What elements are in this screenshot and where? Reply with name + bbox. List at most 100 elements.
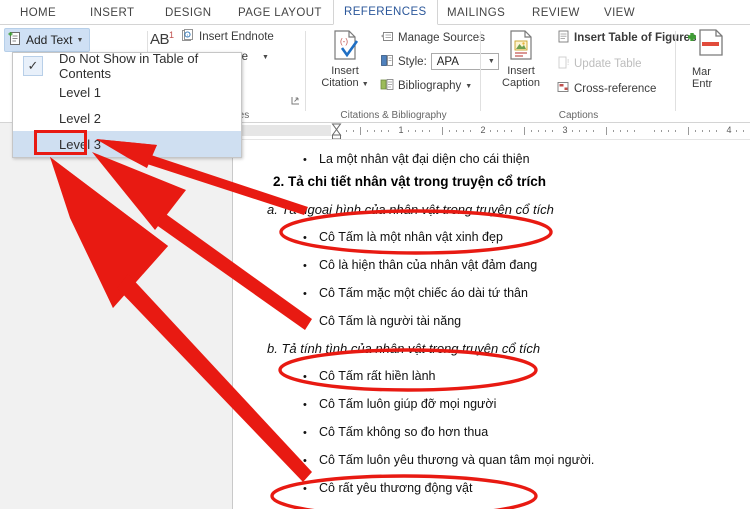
menu-item-do-not-show[interactable]: ✓ Do Not Show in Table of Contents [13, 53, 241, 79]
chevron-down-icon[interactable]: ▼ [362, 81, 369, 88]
list-item-text: Cô Tấm không so đo hơn thua [319, 425, 488, 439]
footnotes-dialog-launcher[interactable] [291, 96, 300, 107]
document-heading-2[interactable]: 2. Tả chi tiết nhân vật trong truyện cổ … [273, 174, 546, 189]
tab-review[interactable]: REVIEW [522, 0, 590, 25]
list-item[interactable]: • Cô Tấm mặc một chiếc áo dài tứ thân [303, 286, 528, 300]
indent-marker[interactable] [331, 123, 340, 140]
bullet-icon: • [303, 154, 319, 166]
insert-citation-button[interactable]: (-) Insert Citation ▼ [314, 29, 376, 89]
table-of-figures-icon [557, 30, 570, 46]
ribbon-group-index: Mar Entr [676, 25, 750, 123]
check-icon: ✓ [23, 56, 43, 76]
horizontal-ruler[interactable]: 1 2 3 4 [232, 123, 750, 140]
list-item[interactable]: • Cô là hiện thân của nhân vật đảm đang [303, 258, 537, 272]
word-window: HOME INSERT DESIGN PAGE LAYOUT REFERENCE… [0, 0, 750, 509]
document-page[interactable]: • La một nhân vật đại diện cho cái thiện… [232, 140, 750, 509]
bullet-icon: • [303, 371, 319, 383]
insert-citation-icon: (-) [331, 29, 359, 64]
manage-sources-label: Manage Sources [398, 32, 485, 44]
bullet-icon: • [303, 399, 319, 411]
bibliography-icon [380, 78, 394, 94]
list-item-text: Cô Tấm luôn giúp đỡ mọi người [319, 397, 496, 411]
footnote-ab-icon: AB1 [150, 29, 174, 46]
list-item[interactable]: • Cô Tấm luôn yêu thương và quan tâm mọi… [303, 453, 594, 467]
manage-sources-icon [380, 30, 394, 46]
insert-endnote-label: Insert Endnote [199, 31, 274, 43]
menu-item-level-1[interactable]: Level 1 [13, 79, 241, 105]
list-item-text: Cô rất yêu thương động vật [319, 481, 472, 495]
insert-caption-label-2: Caption [502, 77, 540, 89]
list-item-text: Cô là hiện thân của nhân vật đảm đang [319, 258, 537, 272]
insert-footnote-button[interactable]: AB1 [150, 29, 174, 46]
ruler-number-2: 2 [480, 125, 485, 135]
chevron-down-icon[interactable]: ▼ [262, 54, 269, 61]
style-icon [380, 54, 394, 70]
list-item-text: Cô Tấm luôn yêu thương và quan tâm mọi n… [319, 453, 594, 467]
annotation-rectangle-level-3 [34, 130, 87, 155]
chevron-down-icon[interactable]: ▼ [76, 37, 83, 44]
tab-page-layout[interactable]: PAGE LAYOUT [228, 0, 332, 25]
tab-design[interactable]: DESIGN [155, 0, 222, 25]
bibliography-button[interactable]: Bibliography ▼ [380, 78, 472, 94]
svg-text:(-): (-) [340, 37, 348, 46]
insert-endnote-icon: i [182, 29, 195, 45]
document-subheading-b[interactable]: b. Tả tính tình của nhân vật trong truyệ… [267, 341, 540, 356]
mark-entry-label-1: Mar [686, 66, 711, 78]
add-text-icon [8, 31, 22, 49]
tab-mailings[interactable]: MAILINGS [437, 0, 515, 25]
insert-caption-icon [507, 29, 535, 64]
menu-item-label: Level 1 [59, 85, 101, 100]
manage-sources-button[interactable]: Manage Sources [380, 30, 485, 46]
list-item-text: Cô Tấm mặc một chiếc áo dài tứ thân [319, 286, 528, 300]
chevron-down-icon[interactable]: ▼ [465, 83, 472, 90]
mark-entry-button[interactable]: Mar Entr [686, 29, 750, 90]
ruler-ticks: 1 2 3 4 [232, 123, 750, 140]
left-grey-area [0, 123, 232, 509]
list-item[interactable]: • Cô Tấm là người tài năng [303, 314, 461, 328]
bullet-icon: • [303, 288, 319, 300]
list-item-text: La một nhân vật đại diện cho cái thiện [319, 152, 530, 166]
insert-caption-button[interactable]: Insert Caption [491, 29, 551, 89]
ribbon-group-captions: Insert Caption Insert Table of Figures [481, 25, 676, 123]
update-table-button: ! Update Table [557, 56, 642, 72]
citation-style-value: APA [437, 56, 459, 68]
style-label: Style: [398, 56, 427, 68]
add-text-label: Add Text [26, 33, 72, 47]
svg-text:i: i [187, 32, 188, 37]
tab-home[interactable]: HOME [10, 0, 66, 25]
list-item[interactable]: • La một nhân vật đại diện cho cái thiện [303, 152, 530, 166]
insert-citation-label-1: Insert [331, 65, 359, 77]
tab-insert[interactable]: INSERT [80, 0, 144, 25]
ruler-number-3: 3 [562, 125, 567, 135]
list-item-text: Cô Tấm là một nhân vật xinh đẹp [319, 230, 503, 244]
list-item[interactable]: • Cô Tấm không so đo hơn thua [303, 425, 488, 439]
list-item[interactable]: • Cô Tấm luôn giúp đỡ mọi người [303, 397, 496, 411]
ruler-number-1: 1 [398, 125, 403, 135]
menu-item-label: Do Not Show in Table of Contents [59, 51, 241, 81]
cross-reference-button[interactable]: Cross-reference [557, 81, 656, 97]
ruler-number-4: 4 [726, 125, 731, 135]
document-body[interactable]: • La một nhân vật đại diện cho cái thiện… [233, 140, 750, 509]
mark-entry-icon [686, 29, 726, 64]
bullet-icon: • [303, 427, 319, 439]
tab-references[interactable]: REFERENCES [333, 0, 438, 25]
list-item[interactable]: • Cô Tấm là một nhân vật xinh đẹp [303, 230, 503, 244]
insert-citation-label-2: Citation [321, 77, 358, 89]
list-item-text: Cô Tấm rất hiền lành [319, 369, 436, 383]
update-table-label: Update Table [574, 58, 642, 70]
bullet-icon: • [303, 232, 319, 244]
group-label-citations: Citations & Bibliography [306, 110, 481, 121]
svg-text:!: ! [567, 58, 569, 67]
group-label-captions: Captions [481, 110, 676, 121]
document-subheading-a[interactable]: a. Tả ngoại hình của nhân vật trong truy… [267, 202, 554, 217]
insert-endnote-button[interactable]: i Insert Endnote [182, 29, 274, 45]
bullet-icon: • [303, 316, 319, 328]
list-item[interactable]: • Cô Tấm rất hiền lành [303, 369, 436, 383]
add-text-button[interactable]: Add Text ▼ [4, 28, 90, 52]
menu-item-level-2[interactable]: Level 2 [13, 105, 241, 131]
insert-caption-label-1: Insert [507, 65, 535, 77]
ribbon-tabbar: HOME INSERT DESIGN PAGE LAYOUT REFERENCE… [0, 0, 750, 25]
tab-view[interactable]: VIEW [594, 0, 645, 25]
bullet-icon: • [303, 260, 319, 272]
list-item[interactable]: • Cô rất yêu thương động vật [303, 481, 472, 495]
